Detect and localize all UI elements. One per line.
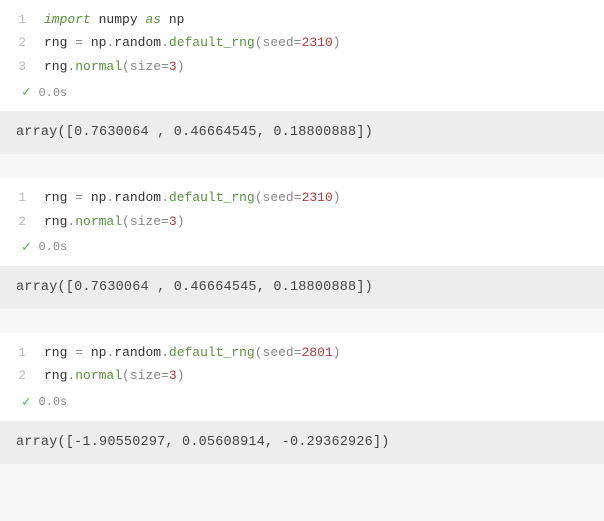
check-icon: ✓ [22,239,30,256]
execution-time: 0.0s [38,86,67,100]
execution-status: ✓ 0.0s [0,78,604,107]
code-line[interactable]: 3rng.normal(size=3) [0,55,604,78]
execution-status: ✓ 0.0s [0,233,604,262]
cell-gap [0,309,604,333]
execution-time: 0.0s [38,240,67,254]
code-cell[interactable]: 1rng = np.random.default_rng(seed=2801)2… [0,333,604,421]
cell-gap [0,154,604,178]
code-line[interactable]: 1import numpy as np [0,8,604,31]
code-content[interactable]: rng.normal(size=3) [44,210,185,233]
line-number: 1 [10,8,44,31]
code-content[interactable]: rng.normal(size=3) [44,55,185,78]
execution-time: 0.0s [38,395,67,409]
line-number: 2 [10,31,44,54]
code-line[interactable]: 1rng = np.random.default_rng(seed=2310) [0,186,604,209]
code-content[interactable]: import numpy as np [44,8,184,31]
code-line[interactable]: 2rng.normal(size=3) [0,210,604,233]
code-cell[interactable]: 1import numpy as np2rng = np.random.defa… [0,0,604,111]
cell-output: array([0.7630064 , 0.46664545, 0.1880088… [0,111,604,154]
line-number: 1 [10,186,44,209]
code-cell[interactable]: 1rng = np.random.default_rng(seed=2310)2… [0,178,604,266]
line-number: 2 [10,210,44,233]
code-content[interactable]: rng = np.random.default_rng(seed=2310) [44,186,341,209]
code-content[interactable]: rng.normal(size=3) [44,364,185,387]
line-number: 1 [10,341,44,364]
check-icon: ✓ [22,84,30,101]
code-content[interactable]: rng = np.random.default_rng(seed=2801) [44,341,341,364]
execution-status: ✓ 0.0s [0,388,604,417]
cell-output: array([-1.90550297, 0.05608914, -0.29362… [0,421,604,464]
line-number: 2 [10,364,44,387]
code-line[interactable]: 1rng = np.random.default_rng(seed=2801) [0,341,604,364]
check-icon: ✓ [22,394,30,411]
cell-output: array([0.7630064 , 0.46664545, 0.1880088… [0,266,604,309]
notebook-root: 1import numpy as np2rng = np.random.defa… [0,0,604,464]
code-content[interactable]: rng = np.random.default_rng(seed=2310) [44,31,341,54]
code-line[interactable]: 2rng.normal(size=3) [0,364,604,387]
code-line[interactable]: 2rng = np.random.default_rng(seed=2310) [0,31,604,54]
line-number: 3 [10,55,44,78]
